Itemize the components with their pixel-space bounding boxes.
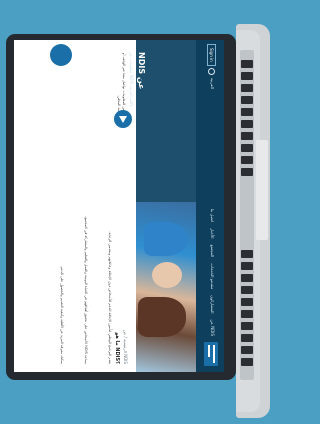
page-subtitle: معلومات عن NDIS باللغة العربية [129, 52, 134, 107]
listen-button[interactable] [114, 110, 132, 128]
nav-item[interactable]: الأخبار [210, 228, 215, 238]
body-paragraph: يساعد NDIS الأشخاص على تحقيق أهدافهم في … [84, 216, 88, 364]
nav-item[interactable]: المجتمع [210, 244, 215, 257]
nav-item[interactable]: عن NDIS [210, 320, 215, 337]
ndis-logo[interactable] [204, 342, 218, 366]
section-heading: ما هو NDIS؟ [114, 332, 120, 364]
nav-item[interactable]: اتصل بنا [210, 209, 215, 223]
breadcrumb[interactable]: الرئيسية / عن NDIS [123, 330, 128, 364]
body-paragraph: يقدم البرنامج الوطني لتأمين الإعاقة الدع… [108, 231, 112, 364]
site-header: عن NDIS المشاركون مقدمو الخدمات المجتمع … [196, 40, 224, 372]
signin-button[interactable]: Sign in [207, 44, 216, 66]
chat-fab-button[interactable] [50, 44, 72, 66]
laptop-keyboard [240, 50, 254, 380]
play-icon [119, 116, 127, 123]
language-selector[interactable]: العربية [210, 78, 215, 89]
main-navigation: عن NDIS المشاركون مقدمو الخدمات المجتمع … [210, 209, 215, 336]
globe-icon[interactable] [208, 68, 215, 75]
nav-item[interactable]: مقدمو الخدمات [210, 263, 215, 289]
website-page: عن NDIS المشاركون مقدمو الخدمات المجتمع … [14, 40, 224, 372]
hero-photo [136, 202, 196, 372]
page-title: NDIS عن [137, 52, 146, 90]
trackpad [256, 140, 268, 240]
nav-item[interactable]: المشاركون [210, 295, 215, 313]
body-paragraph: يمكنك معرفة المزيد عن الأهلية وكيفية الت… [60, 265, 64, 364]
laptop-display: عن NDIS المشاركون مقدمو الخدمات المجتمع … [14, 40, 224, 372]
